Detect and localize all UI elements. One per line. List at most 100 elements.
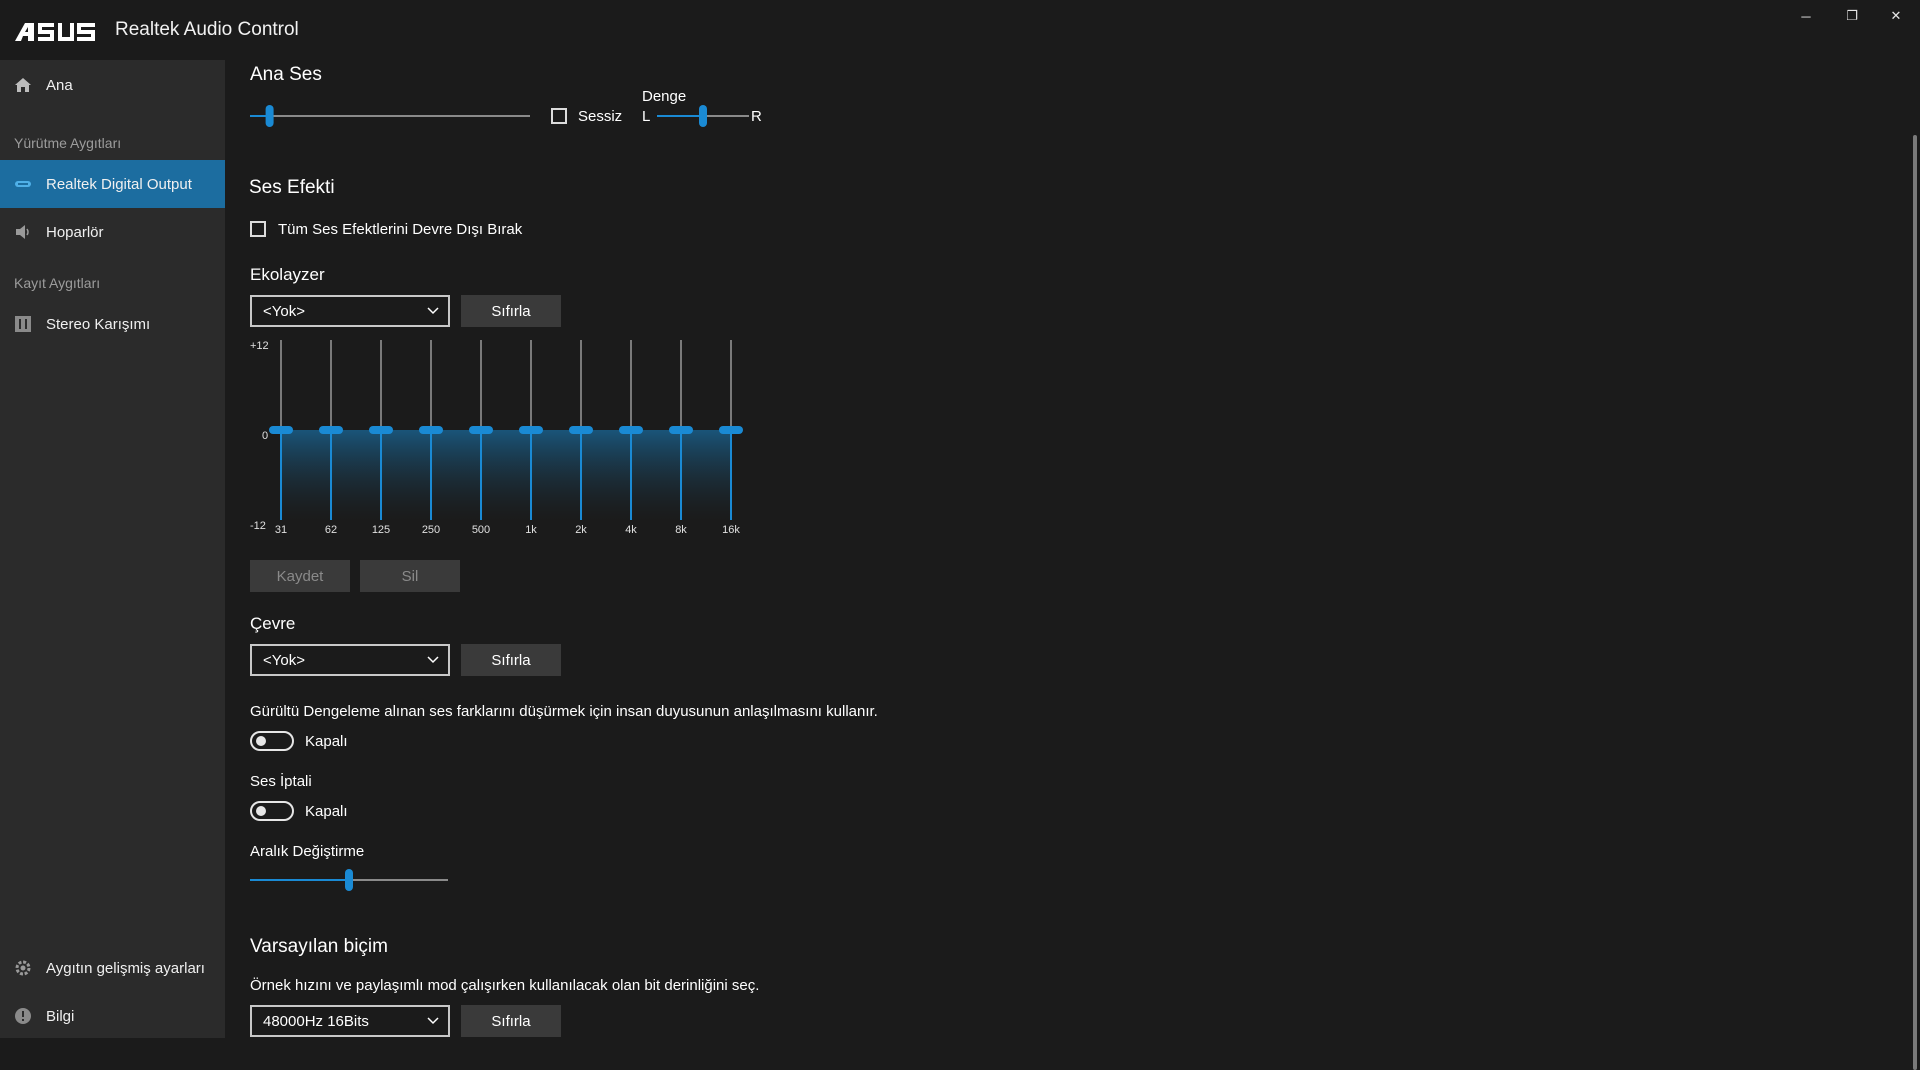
sidebar-item-stereo-mix[interactable]: Stereo Karışımı (0, 300, 225, 348)
eq-band-label: 2k (575, 524, 587, 536)
info-icon (15, 1008, 31, 1024)
app-title: Realtek Audio Control (115, 19, 299, 40)
pitch-shift-slider[interactable] (248, 868, 453, 892)
eq-band-label: 500 (472, 524, 490, 536)
sound-effects-title: Ses Efekti (249, 177, 335, 198)
eq-y-label-zero: 0 (262, 430, 268, 442)
slider-thumb[interactable] (265, 105, 274, 127)
home-icon (15, 78, 31, 92)
speaker-icon (16, 225, 29, 239)
recording-devices-header: Kayıt Aygıtları (14, 275, 101, 291)
chevron-down-icon (427, 656, 439, 664)
main-content: Ana Ses Sessiz Denge L R Ses Efekti Tüm … (225, 60, 1920, 1070)
sidebar-item-label: Aygıtın gelişmiş ayarları (46, 959, 205, 977)
balance-label: Denge (642, 88, 687, 105)
equalizer-title: Ekolayzer (250, 265, 325, 284)
eq-band-label: 4k (625, 524, 637, 536)
slider-fill (657, 115, 703, 117)
eq-band-label: 62 (325, 524, 337, 536)
balance-slider[interactable] (655, 104, 755, 128)
equalizer-save-button[interactable]: Kaydet (250, 560, 350, 592)
stereo-mix-icon (15, 316, 31, 332)
title-bar: Realtek Audio Control ─ ❐ ✕ (0, 0, 1920, 60)
environment-title: Çevre (250, 614, 296, 633)
equalizer-reset-button[interactable]: Sıfırla (461, 295, 561, 327)
main-volume-title: Ana Ses (250, 64, 322, 85)
eq-band-thumb-250[interactable] (419, 426, 443, 434)
mute-checkbox[interactable] (551, 108, 567, 124)
eq-band-label: 8k (675, 524, 687, 536)
chevron-down-icon (427, 307, 439, 315)
eq-band-thumb-2k[interactable] (569, 426, 593, 434)
sidebar: Ana Yürütme Aygıtları Realtek Digital Ou… (0, 60, 225, 1038)
eq-band-thumb-16k[interactable] (719, 426, 743, 434)
slider-fill (250, 879, 349, 881)
sidebar-item-speaker[interactable]: Hoparlör (0, 208, 225, 256)
default-format-reset-button[interactable]: Sıfırla (461, 1005, 561, 1037)
environment-preset-dropdown[interactable]: <Yok> (250, 644, 450, 676)
eq-band-label: 16k (722, 524, 740, 536)
eq-band-label: 125 (372, 524, 390, 536)
environment-reset-button[interactable]: Sıfırla (461, 644, 561, 676)
asus-logo (15, 23, 95, 41)
restore-icon: ❐ (1846, 8, 1858, 23)
voice-cancel-title: Ses İptali (250, 773, 312, 790)
eq-band-label: 31 (275, 524, 287, 536)
mute-label: Sessiz (578, 108, 623, 125)
sidebar-item-label: Realtek Digital Output (46, 175, 192, 193)
default-format-value: 48000Hz 16Bits (263, 1013, 369, 1030)
default-format-description: Örnek hızını ve paylaşımlı mod çalışırke… (250, 977, 760, 994)
default-format-dropdown[interactable]: 48000Hz 16Bits (250, 1005, 450, 1037)
slider-track (250, 115, 530, 117)
equalizer-graph[interactable]: +12 0 -12 31 62 125 250 500 1k 2k 4k 8k 16k (245, 337, 805, 537)
loudness-state: Kapalı (305, 733, 348, 750)
sidebar-item-home[interactable]: Ana (0, 61, 225, 109)
sidebar-item-info[interactable]: Bilgi (0, 992, 225, 1040)
disable-all-effects-label: Tüm Ses Efektlerini Devre Dışı Bırak (278, 221, 523, 238)
voice-cancel-toggle[interactable] (250, 801, 294, 821)
gear-icon (15, 960, 31, 976)
pitch-shift-title: Aralık Değiştirme (250, 843, 365, 860)
scrollbar[interactable] (1913, 135, 1917, 1070)
eq-band-thumb-500[interactable] (469, 426, 493, 434)
eq-band-thumb-125[interactable] (369, 426, 393, 434)
restore-button[interactable]: ❐ (1832, 6, 1872, 26)
toggle-knob (256, 806, 266, 816)
minimize-icon: ─ (1801, 8, 1811, 24)
sidebar-item-label: Bilgi (46, 1007, 75, 1025)
digital-output-icon (15, 181, 31, 187)
minimize-button[interactable]: ─ (1786, 6, 1826, 26)
playback-devices-header: Yürütme Aygıtları (14, 135, 122, 151)
sidebar-item-advanced-settings[interactable]: Aygıtın gelişmiş ayarları (0, 944, 225, 992)
equalizer-delete-button[interactable]: Sil (360, 560, 460, 592)
voice-cancel-state: Kapalı (305, 803, 348, 820)
eq-curve-area (281, 430, 731, 520)
main-volume-slider[interactable] (248, 104, 533, 128)
eq-band-label: 250 (422, 524, 440, 536)
sidebar-item-realtek-digital-output[interactable]: Realtek Digital Output (0, 160, 225, 208)
close-button[interactable]: ✕ (1876, 6, 1916, 26)
sidebar-item-label: Stereo Karışımı (46, 315, 151, 333)
disable-all-effects-checkbox[interactable] (250, 221, 266, 237)
eq-band-thumb-31[interactable] (269, 426, 293, 434)
sidebar-item-label: Hoparlör (46, 223, 104, 241)
loudness-toggle[interactable] (250, 731, 294, 751)
eq-y-label-max: +12 (250, 340, 269, 352)
slider-thumb[interactable] (699, 105, 707, 127)
default-format-title: Varsayılan biçim (250, 936, 388, 957)
balance-left-label: L (642, 108, 651, 125)
sidebar-item-label: Ana (46, 76, 73, 94)
eq-band-label: 1k (525, 524, 537, 536)
balance-right-label: R (751, 108, 762, 125)
eq-y-label-min: -12 (250, 520, 266, 532)
loudness-description: Gürültü Dengeleme alınan ses farklarını … (250, 703, 878, 720)
chevron-down-icon (427, 1017, 439, 1025)
slider-thumb[interactable] (345, 869, 353, 891)
equalizer-preset-dropdown[interactable]: <Yok> (250, 295, 450, 327)
eq-band-thumb-8k[interactable] (669, 426, 693, 434)
close-icon: ✕ (1890, 8, 1902, 23)
equalizer-preset-value: <Yok> (263, 303, 305, 320)
eq-band-thumb-62[interactable] (319, 426, 343, 434)
eq-band-thumb-1k[interactable] (519, 426, 543, 434)
eq-band-thumb-4k[interactable] (619, 426, 643, 434)
